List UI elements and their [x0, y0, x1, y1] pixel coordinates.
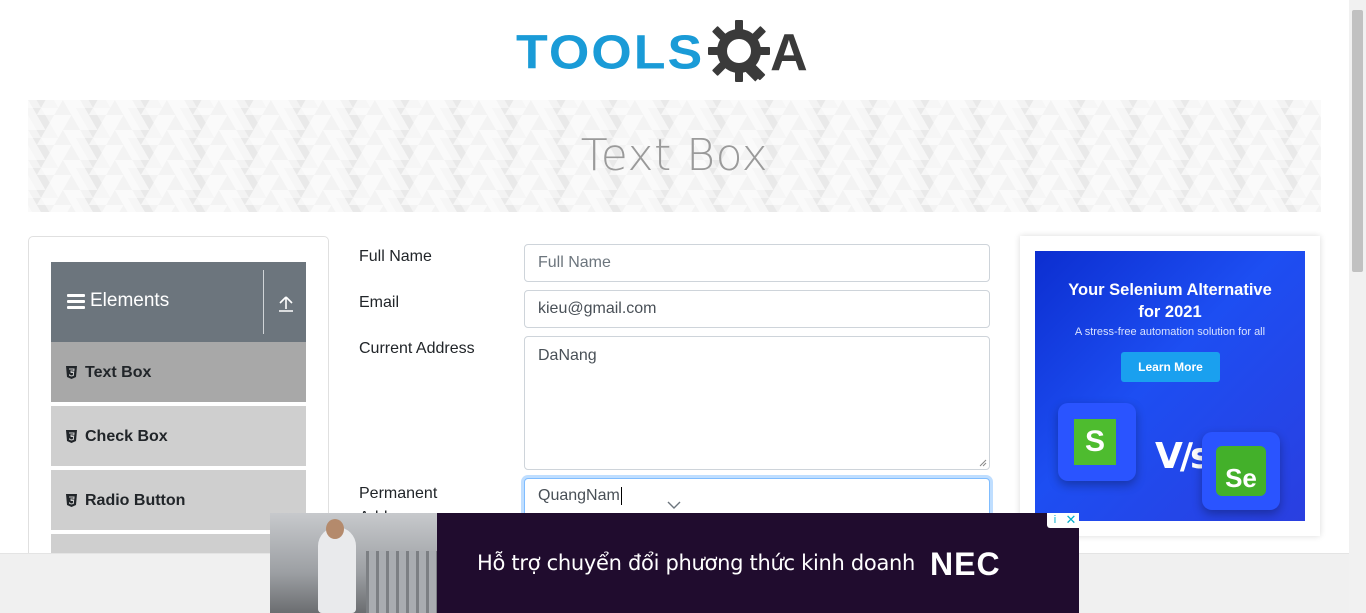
permanent-address-value: QuangNam [538, 487, 620, 504]
html5-icon [66, 430, 77, 443]
collapse-icon[interactable] [276, 294, 296, 314]
permanent-address-label-line1: Permanent [359, 485, 438, 502]
bottom-ad-banner[interactable]: Hỗ trợ chuyển đổi phương thức kinh doanh… [270, 513, 1079, 613]
selenium-logo-text: Se [1216, 446, 1266, 496]
sidebar-item-radio-button[interactable]: Radio Button [51, 470, 306, 532]
text-caret [620, 487, 622, 505]
ad-info-icon[interactable]: i [1047, 513, 1063, 528]
elements-group-header[interactable]: Elements [51, 262, 306, 342]
ad-headline: Your Selenium Alternative for 2021 [1035, 279, 1305, 323]
nec-logo: NEC [930, 546, 1001, 582]
logo-text-a: A [770, 24, 808, 82]
chevron-down-icon [667, 501, 681, 509]
ad-headline-line2: for 2021 [1138, 303, 1202, 321]
scrollbar-thumb[interactable] [1352, 10, 1363, 272]
gear-q-icon [708, 20, 771, 82]
bottom-ad-text: Hỗ trợ chuyển đổi phương thức kinh doanh [477, 551, 916, 575]
current-address-textarea[interactable]: DaNang [524, 336, 990, 470]
learn-more-button[interactable]: Learn More [1121, 352, 1220, 382]
resize-grip-icon[interactable] [979, 459, 987, 467]
page-banner: Text Box [28, 100, 1321, 212]
sidebar-item-text-box[interactable]: Text Box [51, 342, 306, 404]
ad-photo-runner-head [326, 519, 344, 539]
page-scrollbar[interactable] [1349, 0, 1366, 613]
right-ad-banner[interactable]: Your Selenium Alternative for 2021 A str… [1035, 251, 1305, 521]
vs-text: V/s [1155, 436, 1211, 477]
sidebar-item-check-box[interactable]: Check Box [51, 406, 306, 468]
right-ad-container: Your Selenium Alternative for 2021 A str… [1020, 236, 1320, 536]
page-title: Text Box [580, 130, 769, 181]
selenium-logo: Se [1202, 432, 1280, 510]
toolsqa-logo[interactable]: TOOLS A [516, 16, 808, 90]
elements-group-title: Elements [90, 290, 170, 311]
full-name-placeholder: Full Name [538, 254, 611, 271]
ad-headline-line1: Your Selenium Alternative [1068, 281, 1272, 299]
current-address-label: Current Address [359, 340, 475, 357]
full-name-input[interactable]: Full Name [524, 244, 990, 282]
html5-icon [66, 366, 77, 379]
competitor-logo-letter: S [1074, 419, 1116, 465]
ad-photo-fence [366, 551, 437, 613]
full-name-label: Full Name [359, 248, 432, 265]
ad-subtext: A stress-free automation solution for al… [1074, 326, 1266, 338]
ad-photo-runner [318, 527, 356, 613]
ad-choices: i ✕ [1047, 513, 1079, 528]
ad-close-icon[interactable]: ✕ [1063, 513, 1079, 528]
sidebar-item-label: Check Box [85, 428, 168, 445]
current-address-value: DaNang [538, 347, 597, 364]
menu-icon [67, 294, 85, 309]
email-input[interactable]: kieu@gmail.com [524, 290, 990, 328]
email-value: kieu@gmail.com [538, 300, 657, 317]
header-divider [263, 270, 264, 334]
sidebar-item-label: Radio Button [85, 492, 186, 509]
ad-photo [270, 513, 437, 613]
sidebar-item-label: Text Box [85, 364, 152, 381]
html5-icon [66, 494, 77, 507]
competitor-logo: S [1058, 403, 1136, 481]
email-label: Email [359, 294, 400, 311]
header: TOOLS A [0, 0, 1349, 100]
logo-text-tools: TOOLS [516, 26, 705, 80]
